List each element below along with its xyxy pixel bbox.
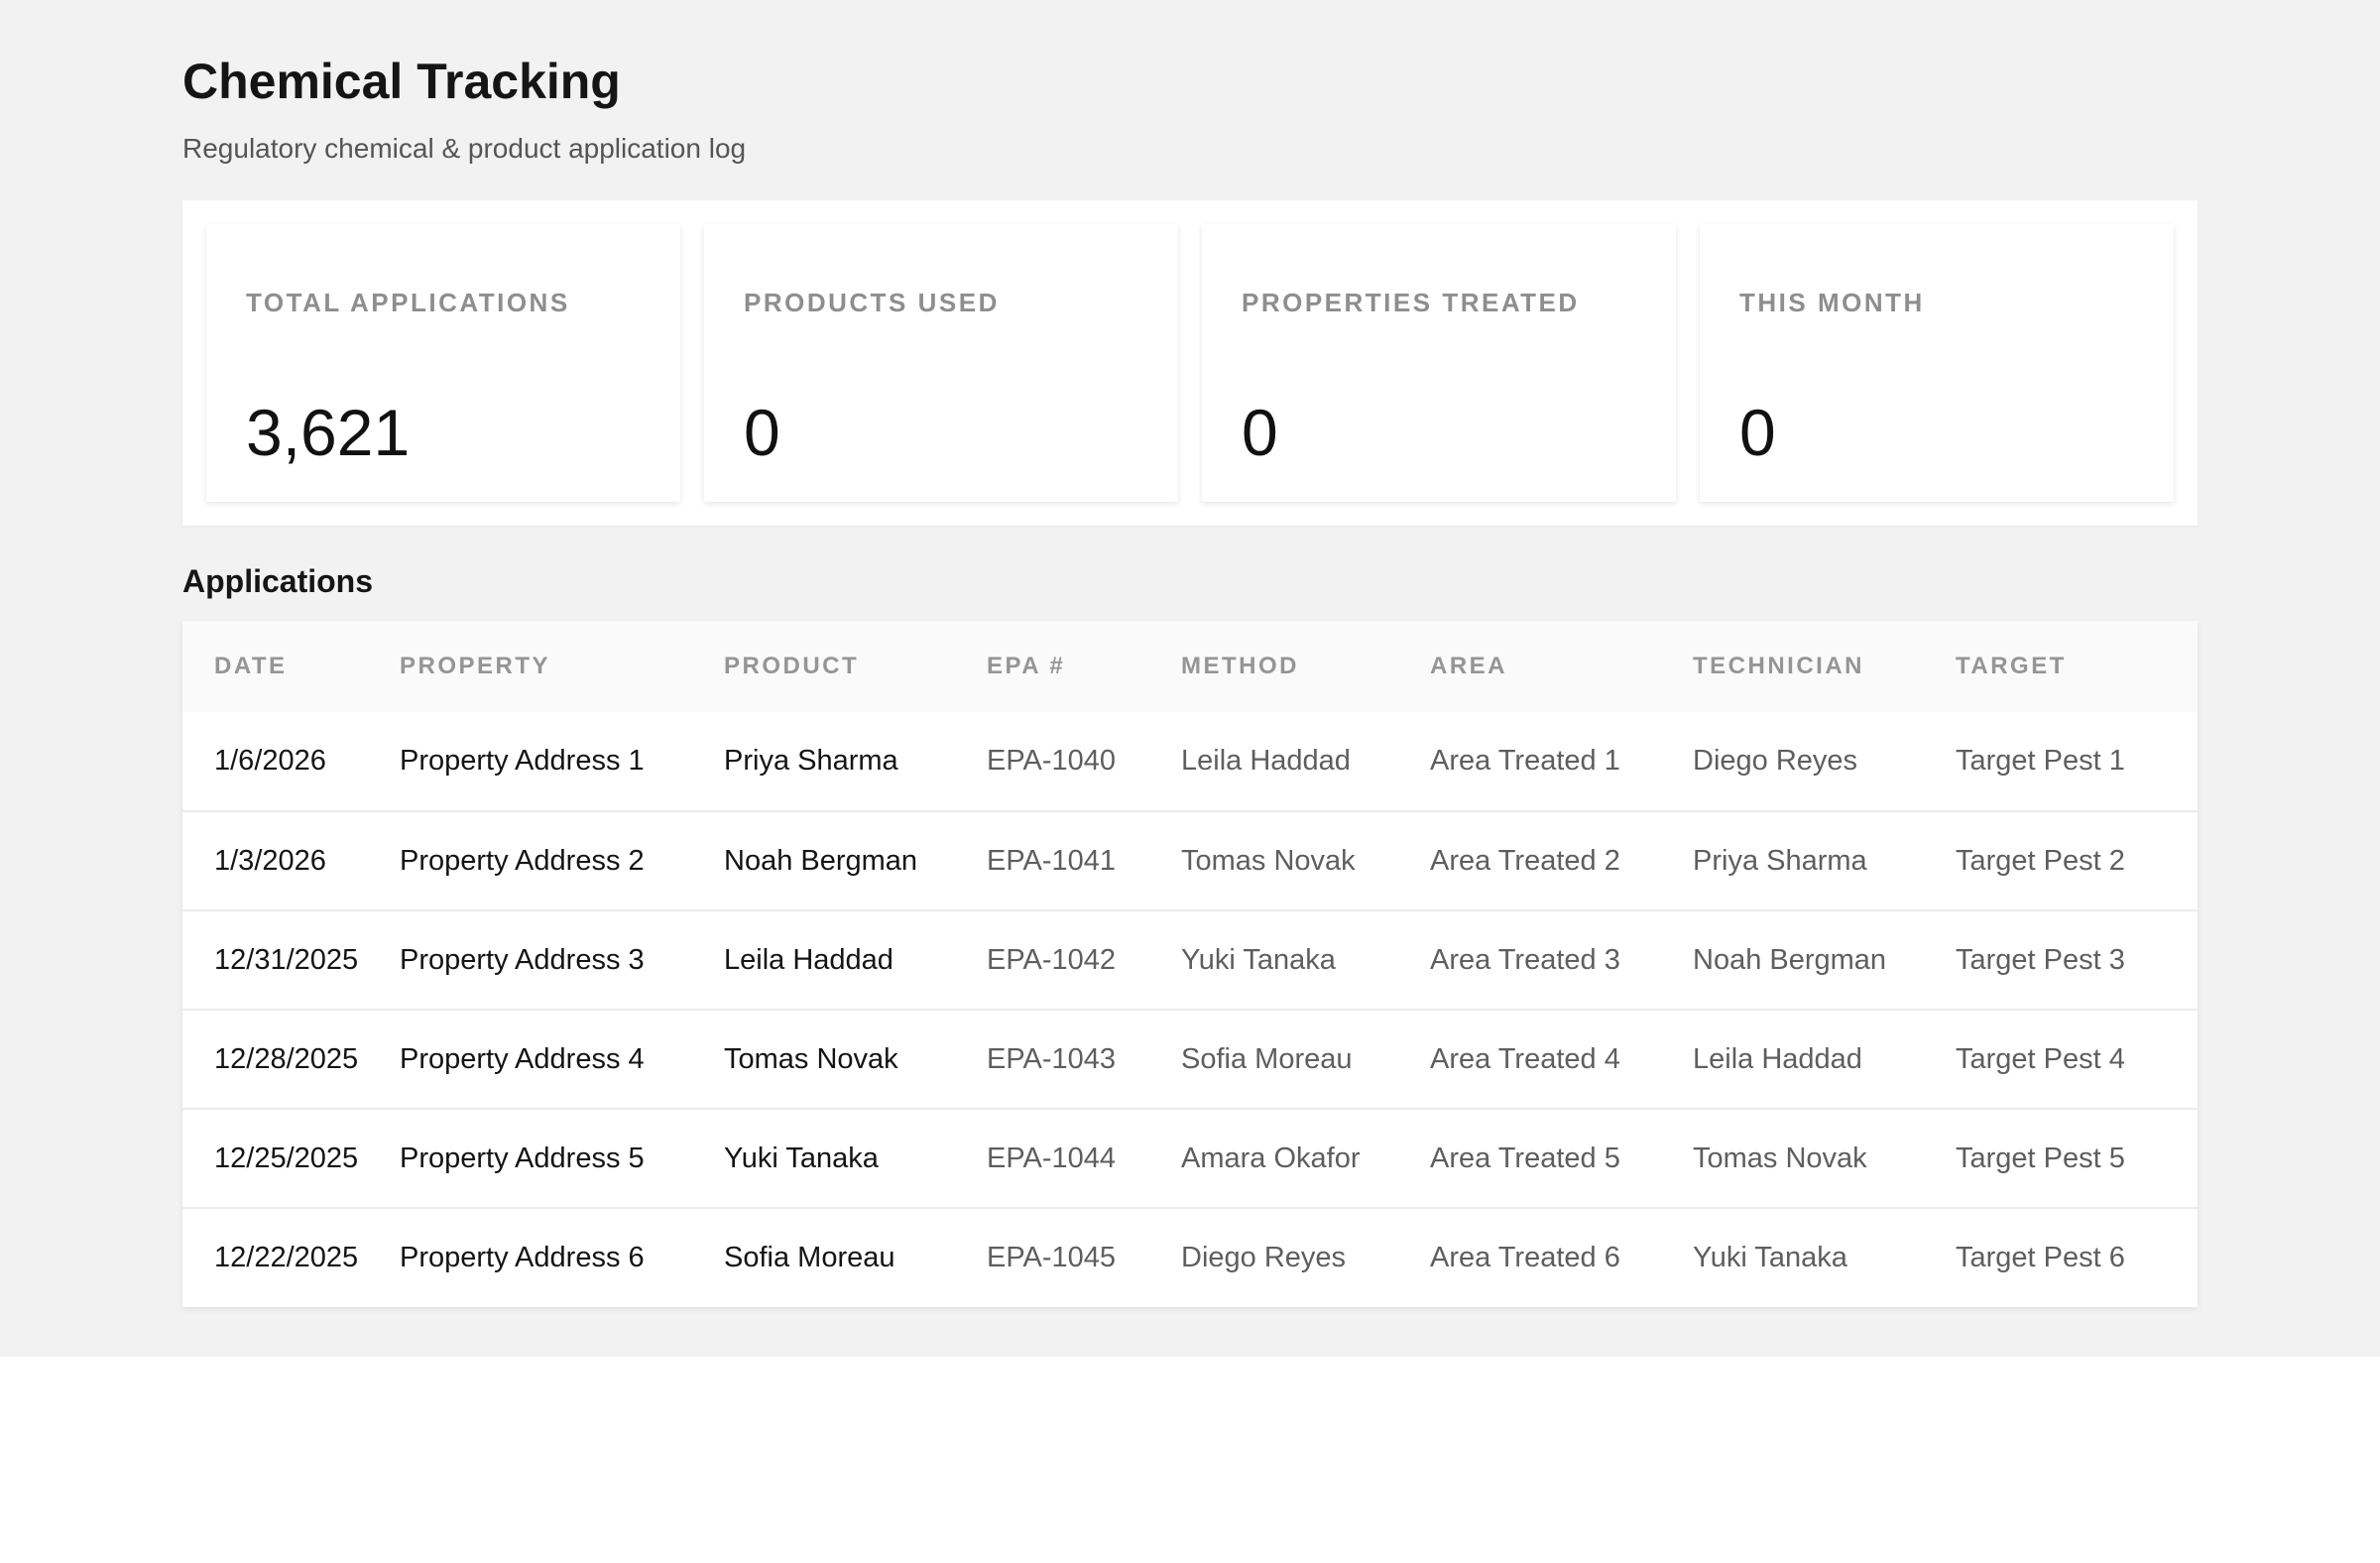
stat-card-this-month: THIS MONTH 0 [1700, 224, 2174, 502]
cell-date: 1/3/2026 [214, 844, 326, 877]
applications-section-title: Applications [182, 563, 374, 599]
cell-product: Noah Bergman [724, 844, 918, 877]
stats-panel: TOTAL APPLICATIONS 3,621 PRODUCTS USED 0… [182, 200, 2198, 526]
cell-method: Sofia Moreau [1181, 1042, 1353, 1075]
cell-technician: Tomas Novak [1693, 1142, 1867, 1174]
applications-table: DATE PROPERTY PRODUCT EPA # METHOD AREA … [182, 621, 2198, 1307]
cell-property: Property Address 5 [400, 1142, 645, 1174]
cell-technician: Noah Bergman [1693, 943, 1887, 976]
column-header-area: AREA [1430, 653, 1508, 679]
stat-card-products-used: PRODUCTS USED 0 [704, 224, 1178, 502]
cell-product: Leila Haddad [724, 943, 893, 976]
cell-product: Priya Sharma [724, 745, 898, 777]
cell-date: 12/22/2025 [214, 1242, 359, 1273]
table-row[interactable]: 12/22/2025 Property Address 6 Sofia More… [182, 1208, 2198, 1307]
table-row[interactable]: 12/25/2025 Property Address 5 Yuki Tanak… [182, 1109, 2198, 1208]
cell-property: Property Address 2 [400, 844, 645, 877]
column-header-property: PROPERTY [400, 653, 551, 679]
column-header-product: PRODUCT [724, 653, 860, 679]
stat-value: 0 [744, 396, 780, 469]
cell-property: Property Address 4 [400, 1042, 645, 1075]
cell-date: 12/31/2025 [214, 943, 359, 976]
column-header-date: DATE [214, 653, 288, 679]
cell-property: Property Address 1 [400, 745, 645, 777]
cell-area: Area Treated 6 [1430, 1242, 1620, 1273]
column-header-epa: EPA # [987, 653, 1066, 679]
stat-card-properties-treated: PROPERTIES TREATED 0 [1202, 224, 1676, 502]
cell-technician: Leila Haddad [1693, 1042, 1862, 1075]
cell-date: 1/6/2026 [214, 745, 326, 777]
cell-epa: EPA-1044 [987, 1142, 1117, 1174]
table-row[interactable]: 1/6/2026 Property Address 1 Priya Sharma… [182, 712, 2198, 811]
cell-product: Yuki Tanaka [724, 1142, 879, 1174]
table-body: 1/6/2026 Property Address 1 Priya Sharma… [182, 712, 2198, 1307]
column-header-target: TARGET [1956, 653, 2067, 679]
cell-epa: EPA-1040 [987, 745, 1117, 777]
stat-card-total-applications: TOTAL APPLICATIONS 3,621 [206, 224, 680, 502]
cell-area: Area Treated 4 [1430, 1042, 1620, 1075]
table-header: DATE PROPERTY PRODUCT EPA # METHOD AREA … [182, 621, 2198, 712]
cell-epa: EPA-1042 [987, 943, 1117, 976]
stat-label: THIS MONTH [1739, 288, 1925, 317]
cell-target: Target Pest 3 [1956, 943, 2125, 976]
cell-method: Amara Okafor [1181, 1142, 1361, 1174]
cell-target: Target Pest 6 [1956, 1242, 2125, 1273]
cell-target: Target Pest 1 [1956, 745, 2125, 777]
cell-area: Area Treated 5 [1430, 1142, 1620, 1174]
stat-value: 3,621 [246, 396, 411, 469]
applications-table-container: DATE PROPERTY PRODUCT EPA # METHOD AREA … [182, 621, 2198, 1307]
cell-product: Tomas Novak [724, 1042, 898, 1075]
column-header-technician: TECHNICIAN [1693, 653, 1864, 679]
cell-technician: Priya Sharma [1693, 844, 1867, 877]
cell-technician: Yuki Tanaka [1693, 1242, 1847, 1273]
cell-area: Area Treated 1 [1430, 745, 1620, 777]
stat-label: TOTAL APPLICATIONS [246, 288, 570, 317]
cell-epa: EPA-1043 [987, 1042, 1117, 1075]
cell-method: Tomas Novak [1181, 844, 1356, 877]
cell-property: Property Address 3 [400, 943, 645, 976]
cell-target: Target Pest 5 [1956, 1142, 2125, 1174]
stat-label: PROPERTIES TREATED [1242, 288, 1580, 317]
table-row[interactable]: 12/31/2025 Property Address 3 Leila Hadd… [182, 910, 2198, 1010]
cell-method: Yuki Tanaka [1181, 943, 1336, 976]
stat-value: 0 [1242, 396, 1278, 469]
cell-target: Target Pest 2 [1956, 844, 2125, 877]
cell-date: 12/25/2025 [214, 1142, 359, 1174]
stat-label: PRODUCTS USED [744, 288, 1000, 317]
page-subtitle: Regulatory chemical & product applicatio… [182, 133, 747, 164]
column-header-method: METHOD [1181, 653, 1299, 679]
cell-property: Property Address 6 [400, 1242, 645, 1273]
cell-method: Leila Haddad [1181, 745, 1351, 777]
table-row[interactable]: 12/28/2025 Property Address 4 Tomas Nova… [182, 1010, 2198, 1109]
stat-value: 0 [1739, 396, 1776, 469]
cell-method: Diego Reyes [1181, 1242, 1347, 1273]
cell-product: Sofia Moreau [724, 1242, 895, 1273]
page-title: Chemical Tracking [182, 54, 621, 109]
cell-epa: EPA-1041 [987, 844, 1117, 877]
table-row[interactable]: 1/3/2026 Property Address 2 Noah Bergman… [182, 811, 2198, 910]
table-header-row: DATE PROPERTY PRODUCT EPA # METHOD AREA … [182, 621, 2198, 712]
cell-date: 12/28/2025 [214, 1042, 359, 1075]
page-background: Chemical Tracking Regulatory chemical & … [0, 0, 2380, 1357]
cell-epa: EPA-1045 [987, 1242, 1117, 1273]
cell-area: Area Treated 2 [1430, 844, 1620, 877]
cell-technician: Diego Reyes [1693, 745, 1858, 777]
cell-area: Area Treated 3 [1430, 943, 1620, 976]
cell-target: Target Pest 4 [1956, 1042, 2125, 1075]
